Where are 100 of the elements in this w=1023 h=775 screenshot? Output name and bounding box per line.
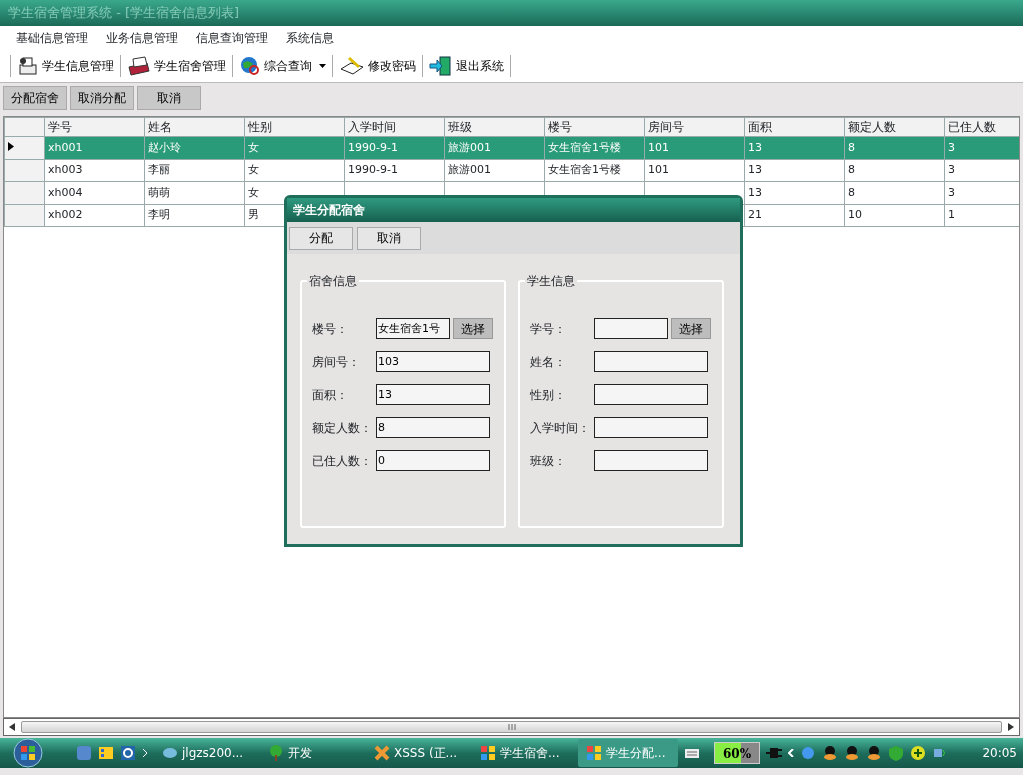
table-cell: xh004 [44,181,145,204]
input-field[interactable] [594,318,668,339]
column-header[interactable]: 班级 [444,117,545,137]
column-header[interactable]: 性别 [244,117,345,137]
chevron-icon[interactable] [142,749,148,757]
grip-icon [507,724,516,730]
action-button[interactable]: 取消分配 [70,86,134,110]
table-cell: 李明 [144,204,245,227]
table-cell: 女 [244,159,345,182]
dialog-button[interactable]: 分配 [289,226,353,250]
menu-item[interactable]: 基础信息管理 [16,29,88,47]
table-cell: 李丽 [144,159,245,182]
horizontal-scrollbar[interactable] [3,718,1020,736]
field-label: 已住人数： [312,452,373,470]
column-header[interactable]: 楼号 [544,117,645,137]
tree-icon [268,745,284,761]
input-field[interactable]: 8 [376,417,490,438]
plus-icon[interactable] [910,745,926,761]
table-cell: 萌萌 [144,181,245,204]
penguin-icon[interactable] [844,745,860,761]
field-label: 姓名： [530,353,567,371]
dialog-button[interactable]: 取消 [357,226,421,250]
field-label: 楼号： [312,320,349,338]
window-icon [586,745,602,761]
row-header-cell[interactable] [4,136,45,159]
toolbar-button[interactable]: 退出系统 [425,52,508,80]
input-field[interactable]: 13 [376,384,490,405]
input-field[interactable] [594,351,708,372]
column-header[interactable]: 面积 [744,117,845,137]
field-label: 性别： [530,386,567,404]
penguin-icon[interactable] [822,745,838,761]
taskbar-button[interactable]: XSSS (正... [366,739,466,767]
field-label: 学号： [530,320,567,338]
table-cell: 1990-9-1 [344,159,445,182]
dialog-title: 学生分配宿舍 [287,198,740,222]
chevron-icon[interactable] [788,749,794,757]
row-pointer-icon [8,141,14,151]
field-label: 入学时间： [530,419,591,437]
table-cell: xh002 [44,204,145,227]
row-header-cell[interactable] [4,204,45,227]
window-title: 学生宿舍管理系统 - [学生宿舍信息列表] [8,4,240,23]
left-arrow-icon[interactable] [9,723,15,731]
table-cell: 21 [744,204,845,227]
column-header[interactable]: 姓名 [144,117,245,137]
menu-item[interactable]: 系统信息 [286,29,334,47]
exit-icon [429,55,453,77]
field-label: 班级： [530,452,567,470]
input-field[interactable] [594,450,708,471]
column-header[interactable]: 学号 [44,117,145,137]
input-field[interactable] [594,417,708,438]
row-header-cell[interactable] [4,159,45,182]
taskbar-button[interactable]: 开发 [260,739,360,767]
column-header[interactable]: 房间号 [644,117,745,137]
toolbar-button[interactable]: 学生宿舍管理 [123,52,230,80]
battery-reading: 60% [721,746,753,763]
table-cell: 旅游001 [444,159,545,182]
app-icon[interactable] [120,745,136,761]
action-button[interactable]: 分配宿舍 [3,86,67,110]
app-icon[interactable] [98,745,114,761]
keyboard-icon[interactable] [684,747,700,759]
table-cell: 女生宿舍1号楼 [544,159,645,182]
clock: 20:05 [982,745,1017,762]
table-cell: xh003 [44,159,145,182]
table-cell: 8 [844,159,945,182]
menu-item[interactable]: 信息查询管理 [196,29,268,47]
right-arrow-icon[interactable] [1008,723,1014,731]
toolbar-button[interactable]: 学生信息管理 [13,52,118,80]
column-header[interactable]: 额定人数 [844,117,945,137]
select-button[interactable]: 选择 [453,318,493,339]
penguin-icon[interactable] [866,745,882,761]
taskbar-button[interactable]: jlgzs200... [154,739,254,767]
group-title: 学生信息 [525,272,577,290]
table-cell: 13 [744,181,845,204]
column-header[interactable]: 入学时间 [344,117,445,137]
toolbar-button[interactable]: 修改密码 [335,52,420,80]
printer-icon [127,55,151,77]
input-field[interactable]: 0 [376,450,490,471]
group-title: 宿舍信息 [307,272,359,290]
column-header[interactable]: 已住人数 [944,117,1019,137]
row-header-cell [4,117,45,137]
toolbar-button[interactable]: 综合查询 [235,52,330,80]
table-cell: 10 [844,204,945,227]
select-button[interactable]: 选择 [671,318,711,339]
action-button[interactable]: 取消 [137,86,201,110]
input-field[interactable]: 103 [376,351,490,372]
taskbar-button[interactable]: 学生宿舍... [472,739,572,767]
input-field[interactable]: 女生宿舍1号 [376,318,450,339]
field-label: 额定人数： [312,419,373,437]
printer-icon [17,55,39,77]
field-label: 面积： [312,386,349,404]
start-button-icon[interactable] [10,738,46,768]
input-field[interactable] [594,384,708,405]
cross-icon [374,745,390,761]
field-label: 房间号： [312,353,361,371]
table-cell: 8 [844,181,945,204]
menu-item[interactable]: 业务信息管理 [106,29,178,47]
row-header-cell[interactable] [4,181,45,204]
window-icon [480,745,496,761]
table-cell: 101 [644,159,745,182]
globe-icon [239,55,261,77]
